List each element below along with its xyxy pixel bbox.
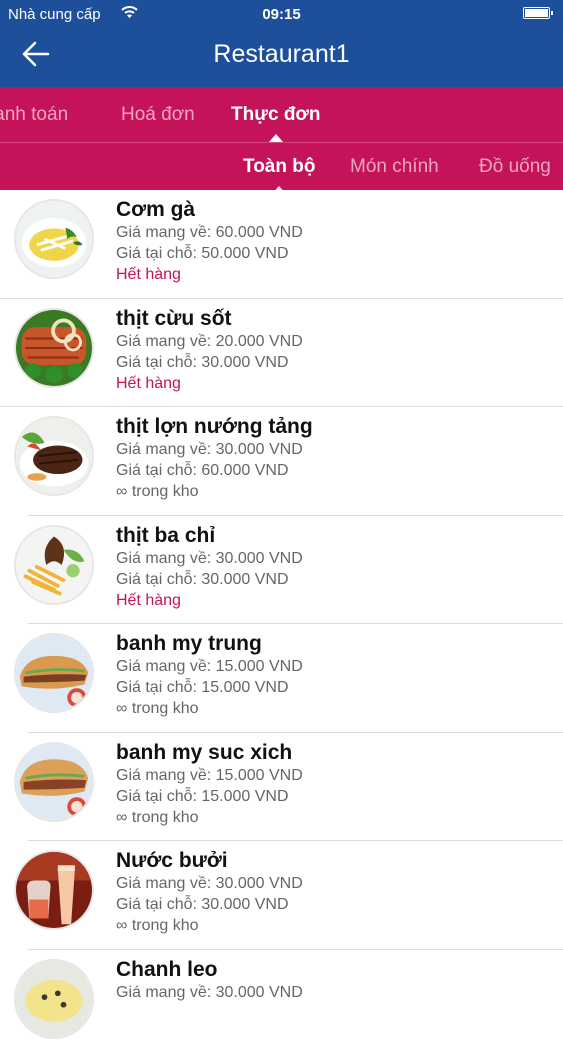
list-item[interactable]: Chanh leo Giá mang về: 30.000 VND (0, 950, 563, 1058)
dish-image (14, 742, 94, 822)
item-name: Cơm gà (116, 198, 195, 222)
filter-tab-bar: Toàn bộ Món chính Đồ uống (0, 142, 563, 190)
dinein-price: Giá tại chỗ: 15.000 VND (116, 788, 289, 806)
dish-image (14, 308, 94, 388)
dish-image (14, 525, 94, 605)
stock-status: Hết hàng (116, 266, 181, 284)
takeaway-price: Giá mang về: 60.000 VND (116, 224, 303, 242)
stock-status: Hết hàng (116, 592, 181, 610)
item-name: banh my suc xich (116, 741, 292, 765)
dinein-price: Giá tại chỗ: 30.000 VND (116, 571, 289, 589)
item-name: Nước bưởi (116, 849, 228, 873)
page-title: Restaurant1 (0, 40, 563, 69)
dish-image (14, 199, 94, 279)
dinein-price: Giá tại chỗ: 30.000 VND (116, 896, 289, 914)
tab-invoice[interactable]: Hoá đơn (121, 104, 195, 126)
tab-all[interactable]: Toàn bộ (243, 156, 315, 178)
list-item[interactable]: thịt cừu sốt Giá mang về: 20.000 VND Giá… (0, 299, 563, 408)
main-tab-bar: Thanh toán Hoá đơn Thực đơn (0, 87, 563, 142)
takeaway-price: Giá mang về: 15.000 VND (116, 658, 303, 676)
stock-status: ∞ trong kho (116, 483, 199, 501)
takeaway-price: Giá mang về: 15.000 VND (116, 767, 303, 785)
item-name: thịt cừu sốt (116, 307, 232, 331)
list-item[interactable]: Cơm gà Giá mang về: 60.000 VND Giá tại c… (0, 190, 563, 299)
list-item[interactable]: banh my trung Giá mang về: 15.000 VND Gi… (0, 624, 563, 733)
dish-image (14, 416, 94, 496)
list-item[interactable]: banh my suc xich Giá mang về: 15.000 VND… (0, 733, 563, 842)
dish-image (14, 959, 94, 1039)
dinein-price: Giá tại chỗ: 15.000 VND (116, 679, 289, 697)
list-item[interactable]: thịt ba chỉ Giá mang về: 30.000 VND Giá … (0, 516, 563, 625)
takeaway-price: Giá mang về: 30.000 VND (116, 984, 303, 1002)
tab-menu[interactable]: Thực đơn (231, 104, 321, 126)
item-name: thịt ba chỉ (116, 524, 215, 548)
battery-icon (523, 7, 550, 19)
clock: 09:15 (0, 6, 563, 23)
dinein-price: Giá tại chỗ: 50.000 VND (116, 245, 289, 263)
tab-payment[interactable]: Thanh toán (0, 104, 68, 126)
item-name: Chanh leo (116, 958, 218, 982)
list-item[interactable]: Nước bưởi Giá mang về: 30.000 VND Giá tạ… (0, 841, 563, 950)
takeaway-price: Giá mang về: 30.000 VND (116, 875, 303, 893)
stock-status: ∞ trong kho (116, 917, 199, 935)
tab-drinks[interactable]: Đồ uống (479, 156, 551, 178)
list-item[interactable]: thịt lợn nướng tảng Giá mang về: 30.000 … (0, 407, 563, 516)
item-name: thịt lợn nướng tảng (116, 415, 313, 439)
stock-status: ∞ trong kho (116, 700, 199, 718)
tab-main-dishes[interactable]: Món chính (350, 156, 439, 178)
dinein-price: Giá tại chỗ: 60.000 VND (116, 462, 289, 480)
takeaway-price: Giá mang về: 30.000 VND (116, 550, 303, 568)
menu-list: Cơm gà Giá mang về: 60.000 VND Giá tại c… (0, 190, 563, 1058)
stock-status: Hết hàng (116, 375, 181, 393)
takeaway-price: Giá mang về: 30.000 VND (116, 441, 303, 459)
item-name: banh my trung (116, 632, 262, 656)
stock-status: ∞ trong kho (116, 809, 199, 827)
dish-image (14, 850, 94, 930)
dinein-price: Giá tại chỗ: 30.000 VND (116, 354, 289, 372)
dish-image (14, 633, 94, 713)
takeaway-price: Giá mang về: 20.000 VND (116, 333, 303, 351)
status-bar: Nhà cung cấp 09:15 (0, 0, 563, 30)
header: Nhà cung cấp 09:15 Restaurant1 (0, 0, 563, 87)
